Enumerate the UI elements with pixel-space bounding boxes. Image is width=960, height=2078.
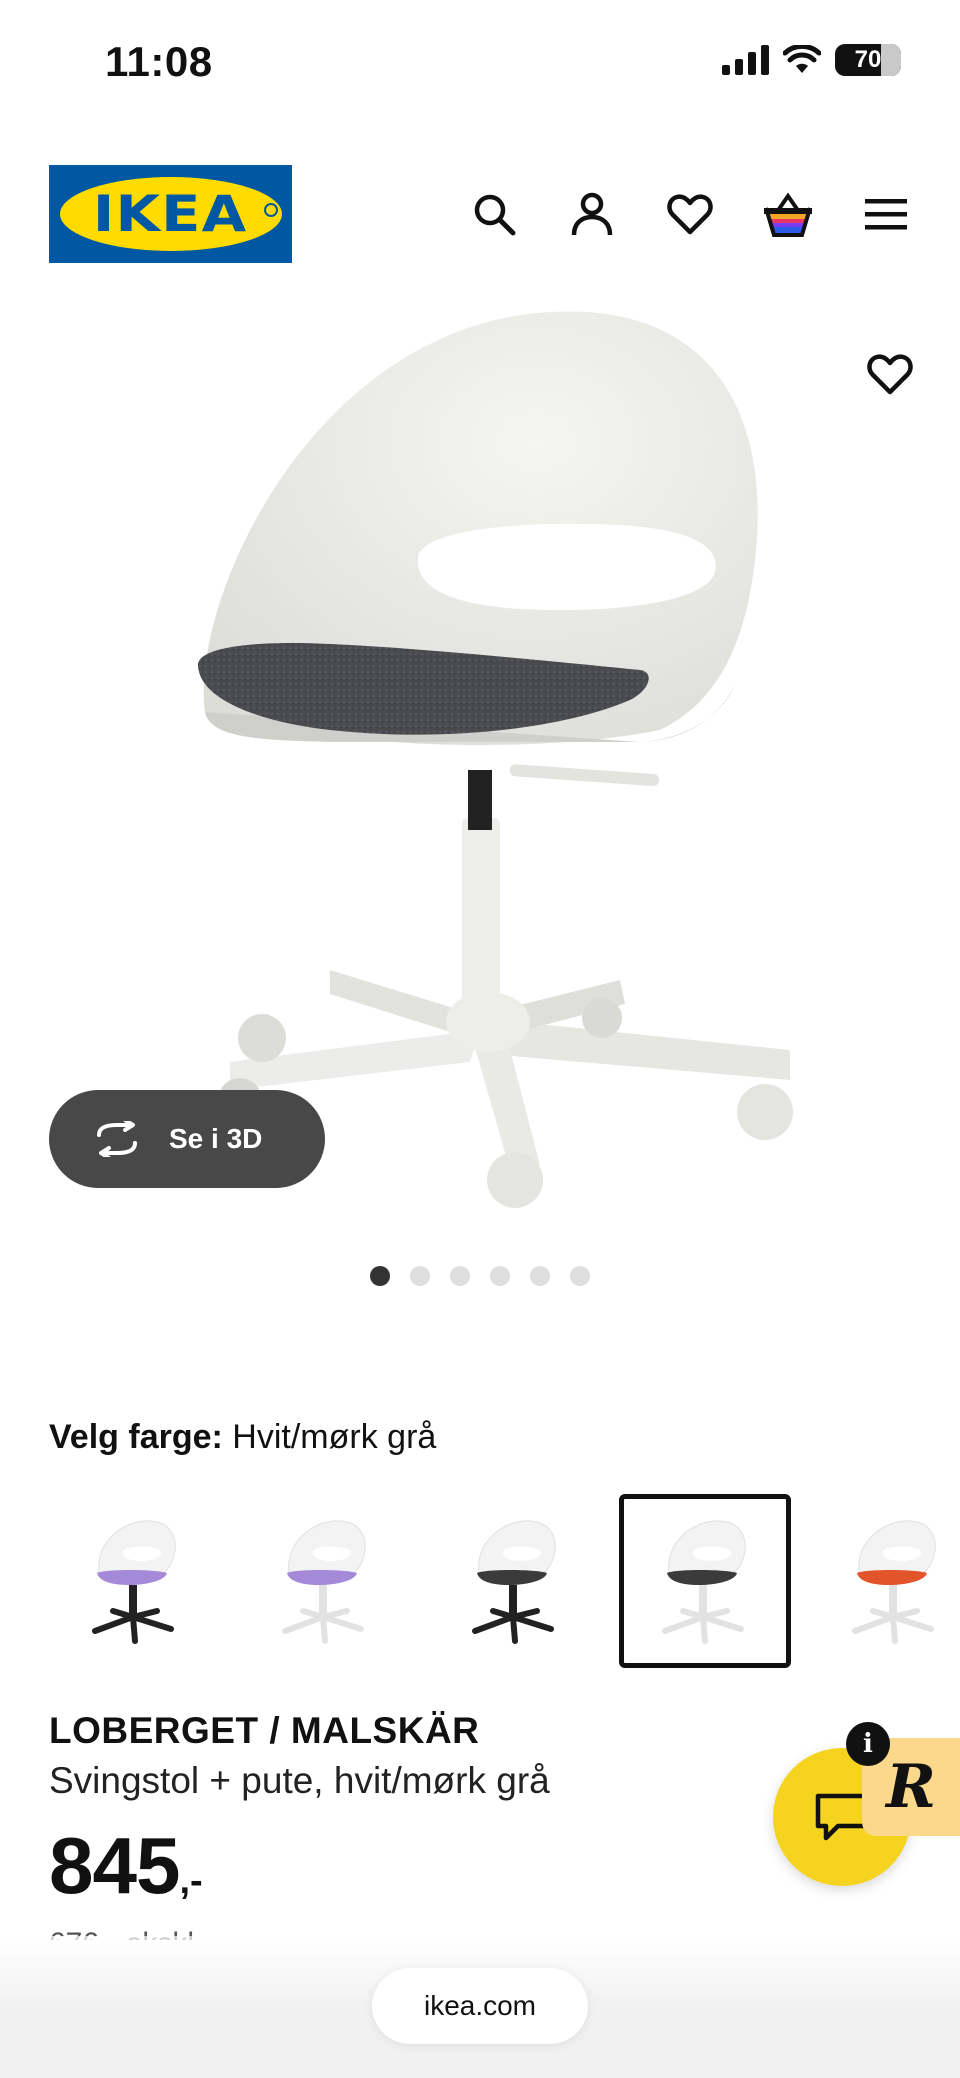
- header-nav: [460, 180, 920, 248]
- product-name: LOBERGET / MALSKÄR: [49, 1710, 480, 1751]
- view-3d-label: Se i 3D: [169, 1123, 263, 1154]
- color-swatches: [49, 1494, 960, 1668]
- add-to-favorites-button[interactable]: [856, 340, 924, 408]
- status-icons: 70: [722, 44, 901, 76]
- swatch-white-lilac-black[interactable]: [49, 1494, 221, 1668]
- cellular-signal-icon: [722, 45, 769, 75]
- menu-icon: [865, 199, 907, 230]
- search-icon: [474, 194, 516, 236]
- menu-button[interactable]: [852, 180, 920, 248]
- account-button[interactable]: [558, 180, 626, 248]
- carousel-dot[interactable]: [450, 1266, 470, 1286]
- cart-button[interactable]: [754, 180, 822, 248]
- favorites-button[interactable]: [656, 180, 724, 248]
- info-icon[interactable]: i: [846, 1722, 890, 1766]
- swatch-chair-image: [92, 1520, 176, 1644]
- logo-text: IKEA: [93, 185, 248, 243]
- swatch-chair-image: [282, 1520, 366, 1644]
- product-description: Svingstol + pute, hvit/mørk grå: [49, 1760, 550, 1801]
- search-button[interactable]: [460, 180, 528, 248]
- color-label-value: Hvit/mørk grå: [232, 1418, 437, 1456]
- price-amount: 845: [49, 1821, 180, 1910]
- swatch-white-lilac-white[interactable]: [239, 1494, 411, 1668]
- status-bar: 11:08 70: [0, 0, 960, 120]
- carousel-dot[interactable]: [410, 1266, 430, 1286]
- price-suffix: ,-: [179, 1860, 203, 1902]
- basket-icon: [764, 192, 812, 237]
- product-price: 845,-: [49, 1820, 203, 1912]
- heart-icon: [667, 194, 713, 235]
- status-time: 11:08: [105, 38, 213, 85]
- view-3d-button[interactable]: Se i 3D: [49, 1090, 325, 1188]
- carousel-dot[interactable]: [370, 1266, 390, 1286]
- swatch-chair-image: [662, 1520, 746, 1644]
- carousel-dot[interactable]: [570, 1266, 590, 1286]
- battery-level: 70: [854, 46, 882, 73]
- carousel-dot[interactable]: [490, 1266, 510, 1286]
- swatch-chair-image: [852, 1520, 936, 1644]
- carousel-dots: [0, 1266, 960, 1286]
- color-selection-label: Velg farge: Hvit/mørk grå: [49, 1418, 436, 1457]
- color-label-title: Velg farge:: [49, 1418, 223, 1456]
- rotate-3d-icon: [97, 1121, 137, 1157]
- battery-icon: 70: [835, 44, 901, 76]
- swatch-white-darkgrey-white[interactable]: [619, 1494, 791, 1668]
- wifi-icon: [783, 45, 821, 73]
- url-bar[interactable]: ikea.com: [372, 1968, 588, 2044]
- swatch-white-orange-white[interactable]: [809, 1494, 960, 1668]
- swatch-chair-image: [472, 1520, 556, 1644]
- heart-icon: [867, 354, 913, 395]
- carousel-dot[interactable]: [530, 1266, 550, 1286]
- user-icon: [571, 192, 613, 236]
- swatch-white-darkgrey-black[interactable]: [429, 1494, 601, 1668]
- ikea-logo[interactable]: IKEA: [49, 165, 292, 263]
